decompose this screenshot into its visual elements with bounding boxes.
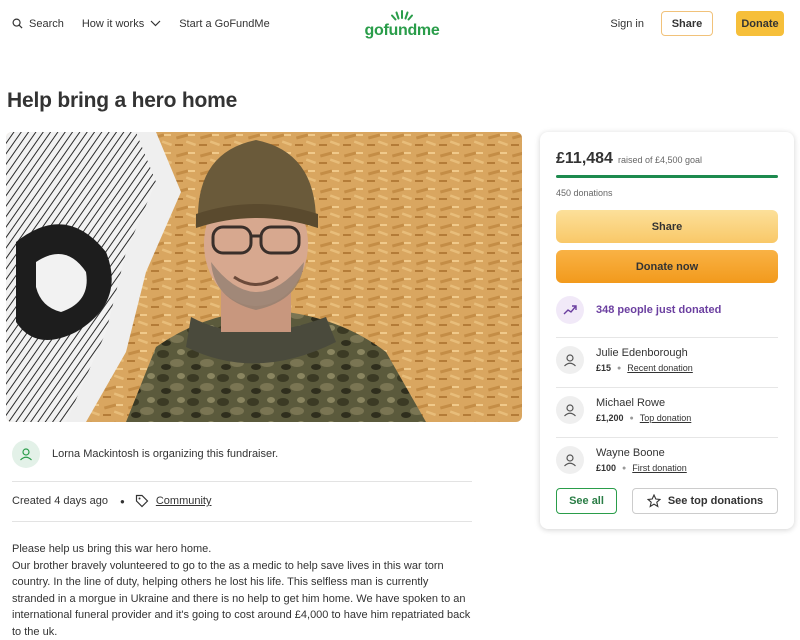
see-top-donations-button[interactable]: See top donations xyxy=(632,488,778,514)
sign-in-link[interactable]: Sign in xyxy=(610,18,644,30)
tag-icon xyxy=(135,494,149,508)
campaign-photo-illustration xyxy=(6,132,522,422)
donate-now-button[interactable]: Donate now xyxy=(556,250,778,283)
campaign-photo xyxy=(6,132,522,422)
donor-details: £100 ● First donation xyxy=(596,463,687,473)
donor-details: £1,200 ● Top donation xyxy=(596,413,691,423)
page-title: Help bring a hero home xyxy=(7,89,238,112)
campaign-story: Please help us bring this war hero home.… xyxy=(12,541,472,640)
organizer-text: Lorna Mackintosh is organizing this fund… xyxy=(52,448,279,460)
donor-user-icon xyxy=(564,404,576,417)
donor-amount: £15 xyxy=(596,363,612,373)
donor-info: Wayne Boone £100 ● First donation xyxy=(596,447,687,473)
donor-tag[interactable]: Recent donation xyxy=(627,363,693,373)
donor-user-icon xyxy=(564,454,576,467)
separator-dot: ● xyxy=(629,414,634,422)
donation-card: £11,484 raised of £4,500 goal 450 donati… xyxy=(540,132,794,529)
donations-count: 450 donations xyxy=(556,188,613,198)
see-top-donations-label: See top donations xyxy=(667,495,764,507)
divider xyxy=(12,521,472,522)
raised-amount: £11,484 xyxy=(556,150,613,167)
divider xyxy=(556,437,778,438)
trending-icon-circle xyxy=(556,296,584,324)
start-gofundme-label: Start a GoFundMe xyxy=(179,17,270,30)
divider xyxy=(556,337,778,338)
chevron-down-icon xyxy=(150,20,161,27)
category-link[interactable]: Community xyxy=(156,495,212,507)
divider xyxy=(556,387,778,388)
donor-avatar xyxy=(556,396,584,424)
story-paragraph: Our brother bravely volunteered to go to… xyxy=(12,559,471,638)
donor-item: Julie Edenborough £15 ● Recent donation xyxy=(556,345,693,375)
donor-info: Julie Edenborough £15 ● Recent donation xyxy=(596,347,693,373)
trending-up-icon xyxy=(563,305,577,315)
donor-item: Michael Rowe £1,200 ● Top donation xyxy=(556,395,691,425)
separator-dot: ● xyxy=(622,464,627,472)
donor-name: Julie Edenborough xyxy=(596,347,688,359)
just-donated-text: 348 people just donated xyxy=(596,304,722,316)
separator-dot: ● xyxy=(617,364,622,372)
donor-tag[interactable]: Top donation xyxy=(640,413,692,423)
organizer-avatar xyxy=(12,440,40,468)
how-it-works-menu[interactable]: How it works xyxy=(82,18,161,30)
amount-row: £11,484 raised of £4,500 goal xyxy=(556,150,702,168)
search-label: Search xyxy=(29,17,64,30)
see-all-button[interactable]: See all xyxy=(556,488,617,514)
header-donate-button[interactable]: Donate xyxy=(736,11,784,36)
organizer-row: Lorna Mackintosh is organizing this fund… xyxy=(12,440,278,468)
top-nav: Search How it works Start a GoFundMe gof… xyxy=(0,0,800,47)
separator-dot: ● xyxy=(120,496,125,506)
donor-details: £15 ● Recent donation xyxy=(596,363,693,373)
goal-text: raised of £4,500 goal xyxy=(617,155,703,165)
star-icon xyxy=(646,494,661,508)
created-date: Created 4 days ago xyxy=(12,495,109,507)
recent-activity: 348 people just donated xyxy=(556,296,721,324)
divider xyxy=(12,481,472,482)
progress-fill xyxy=(556,175,778,178)
donor-avatar xyxy=(556,346,584,374)
donor-user-icon xyxy=(564,354,576,367)
progress-bar xyxy=(556,175,778,178)
donor-amount: £1,200 xyxy=(596,413,624,423)
donor-info: Michael Rowe £1,200 ● Top donation xyxy=(596,397,691,423)
story-paragraph: Please help us bring this war hero home. xyxy=(12,543,212,555)
gofundme-logo[interactable]: gofundme xyxy=(362,10,442,40)
donor-avatar xyxy=(556,446,584,474)
donor-tag[interactable]: First donation xyxy=(632,463,687,473)
how-it-works-label: How it works xyxy=(81,17,145,30)
search-icon xyxy=(12,18,23,29)
donor-name: Wayne Boone xyxy=(596,447,665,459)
start-gofundme-link[interactable]: Start a GoFundMe xyxy=(179,18,270,30)
donor-item: Wayne Boone £100 ● First donation xyxy=(556,445,687,475)
user-icon xyxy=(20,448,32,461)
donor-name: Michael Rowe xyxy=(596,397,666,409)
campaign-meta: Created 4 days ago ● Community xyxy=(12,492,211,510)
header-share-button[interactable]: Share xyxy=(661,11,713,36)
nav-left: Search How it works Start a GoFundMe xyxy=(12,0,288,47)
logo-text: gofundme xyxy=(364,22,440,39)
share-button[interactable]: Share xyxy=(556,210,778,243)
donor-amount: £100 xyxy=(596,463,617,473)
search-link[interactable]: Search xyxy=(12,18,64,30)
nav-right: Sign in Share Donate xyxy=(610,0,784,47)
